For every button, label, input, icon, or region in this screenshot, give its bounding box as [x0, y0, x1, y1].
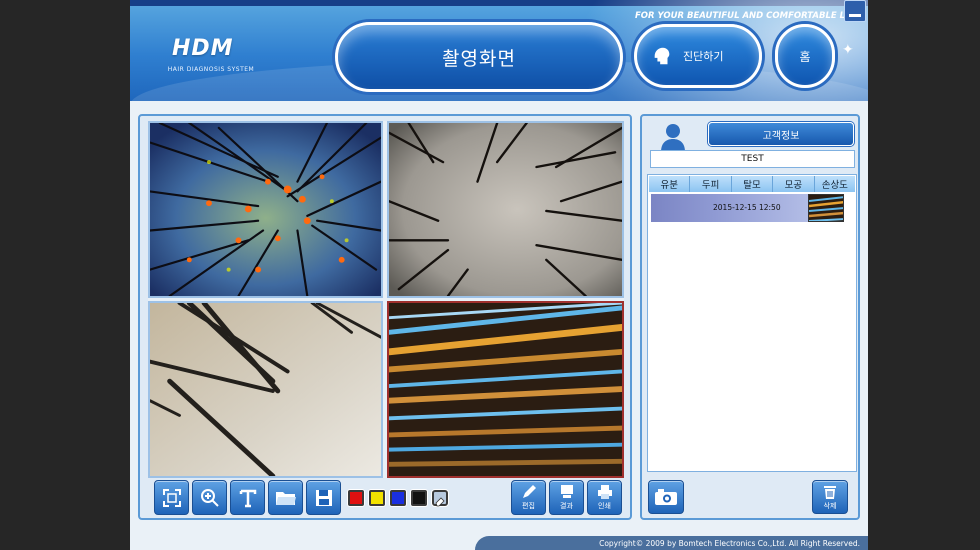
delete-button[interactable]: 삭제 [812, 480, 848, 514]
zoom-in-icon [200, 488, 219, 507]
home-button[interactable]: 홈 [775, 24, 835, 88]
scalp-surface-image [389, 123, 622, 296]
tab-oil[interactable]: 유분 [649, 176, 691, 192]
tab-scalp[interactable]: 두피 [690, 176, 732, 192]
color-black-swatch[interactable] [411, 490, 427, 506]
customer-avatar-icon [661, 124, 685, 152]
print-button[interactable]: 인쇄 [587, 480, 622, 515]
capture-image-4[interactable] [387, 301, 624, 478]
app-logo: HDM [172, 36, 234, 61]
copyright-text: Copyright© 2009 by Bomtech Electronics C… [599, 539, 860, 548]
camera-icon [655, 489, 677, 505]
camera-button[interactable] [648, 480, 684, 514]
hair-follicle-image [150, 303, 381, 476]
folder-icon [275, 491, 296, 505]
head-profile-icon [654, 47, 670, 65]
edit-button[interactable]: 편집 [511, 480, 546, 515]
edit-button-label: 편집 [522, 502, 535, 510]
eraser-icon [435, 497, 445, 507]
capture-image-3[interactable] [148, 301, 383, 478]
result-button-label: 결과 [560, 502, 573, 510]
color-yellow-swatch[interactable] [369, 490, 385, 506]
printer-icon [597, 485, 612, 499]
capture-image-2[interactable] [387, 121, 624, 298]
text-icon [239, 489, 256, 507]
diagnose-button-label: 진단하기 [683, 50, 724, 63]
capture-image-1[interactable] [148, 121, 383, 298]
app-logo-subtitle: HAIR DIAGNOSIS SYSTEM [167, 66, 255, 73]
record-item[interactable]: 2015-12-15 12:50 [651, 194, 809, 222]
slogan: FOR YOUR BEAUTIFUL AND COMFORTABLE LIFE [635, 11, 860, 21]
pencil-icon [522, 485, 536, 498]
record-datetime: 2015-12-15 12:50 [713, 203, 781, 212]
sparkle-icon: ✦ [842, 42, 854, 58]
print-button-label: 인쇄 [598, 502, 611, 510]
zoom-button[interactable] [192, 480, 227, 515]
image-grid [148, 121, 624, 478]
screen-title: 촬영화면 [335, 22, 623, 92]
hair-thumbnail-image [809, 195, 843, 221]
tab-hair-loss[interactable]: 탈모 [732, 176, 774, 192]
header: HDM HAIR DIAGNOSIS SYSTEM FOR YOUR BEAUT… [130, 0, 868, 101]
color-red-swatch[interactable] [348, 490, 364, 506]
customer-panel: 고객정보 TEST 유분 두피 탈모 모공 손상도 2015-12-15 12:… [640, 114, 860, 520]
tab-damage[interactable]: 손상도 [815, 176, 855, 192]
trash-icon [824, 485, 836, 499]
open-folder-button[interactable] [268, 480, 303, 515]
monitor-icon [560, 485, 573, 498]
record-thumbnail[interactable] [808, 194, 844, 222]
hair-strand-image [389, 303, 622, 476]
color-blue-swatch[interactable] [390, 490, 406, 506]
category-tabs: 유분 두피 탈모 모공 손상도 [649, 176, 855, 192]
customer-info-title: 고객정보 [708, 122, 854, 146]
fit-screen-icon [162, 488, 181, 507]
image-panel: 편집 결과 인쇄 [138, 114, 632, 520]
record-list: 유분 두피 탈모 모공 손상도 2015-12-15 12:50 [647, 174, 857, 472]
diagnose-button[interactable]: 진단하기 [634, 24, 762, 88]
delete-button-label: 삭제 [823, 501, 837, 510]
home-button-label: 홈 [799, 49, 811, 64]
result-button[interactable]: 결과 [549, 480, 584, 515]
footer: Copyright© 2009 by Bomtech Electronics C… [475, 536, 868, 550]
app-window: HDM HAIR DIAGNOSIS SYSTEM FOR YOUR BEAUT… [130, 0, 868, 550]
minimize-button[interactable] [844, 0, 866, 22]
floppy-icon [315, 489, 332, 506]
text-button[interactable] [230, 480, 265, 515]
scalp-oil-image [150, 123, 381, 296]
tab-pores[interactable]: 모공 [773, 176, 815, 192]
image-toolbar: 편집 결과 인쇄 [148, 478, 624, 518]
save-button[interactable] [306, 480, 341, 515]
customer-name: TEST [650, 150, 855, 168]
fit-screen-button[interactable] [154, 480, 189, 515]
eraser-button[interactable] [432, 490, 448, 507]
